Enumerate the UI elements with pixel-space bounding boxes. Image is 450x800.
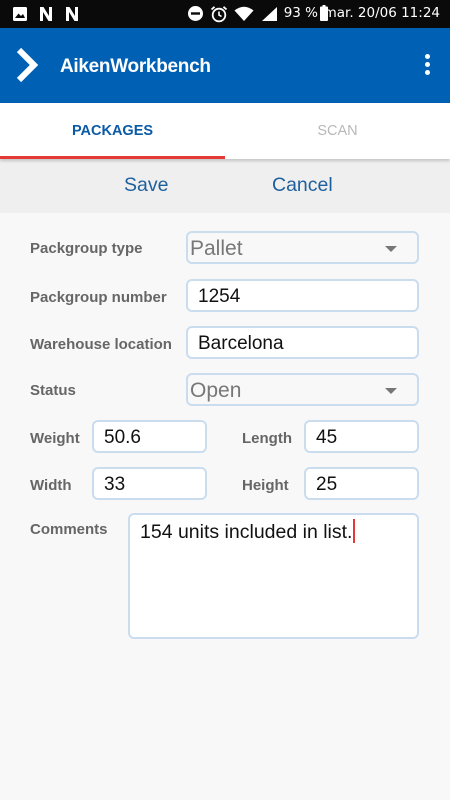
tab-scan[interactable]: SCAN xyxy=(225,103,450,159)
packgroup-number-input[interactable]: 1254 xyxy=(186,279,419,312)
tab-bar: PACKAGES SCAN xyxy=(0,103,450,159)
overflow-menu-icon[interactable] xyxy=(422,54,432,78)
height-input[interactable]: 25 xyxy=(304,467,419,500)
do-not-disturb-icon xyxy=(187,5,204,26)
image-icon xyxy=(12,6,28,25)
comments-label: Comments xyxy=(30,521,108,538)
weight-input[interactable]: 50.6 xyxy=(92,420,207,453)
packgroup-type-value: Pallet xyxy=(190,237,243,260)
width-input[interactable]: 33 xyxy=(92,467,207,500)
text-cursor xyxy=(353,519,356,543)
packgroup-number-label: Packgroup number xyxy=(30,289,167,306)
signal-icon xyxy=(261,6,278,26)
status-value: Open xyxy=(190,379,242,402)
n-icon xyxy=(64,6,80,25)
packgroup-type-label: Packgroup type xyxy=(30,240,143,257)
app-logo: AikenWorkbench xyxy=(16,46,211,84)
comments-text: 154 units included in list. xyxy=(140,521,353,543)
app-title: AikenWorkbench xyxy=(60,56,211,77)
packgroup-type-select[interactable]: Pallet xyxy=(186,231,419,264)
comments-textarea[interactable]: 154 units included in list. xyxy=(128,513,419,639)
warehouse-location-label: Warehouse location xyxy=(30,336,172,353)
weight-label: Weight xyxy=(30,430,80,447)
status-label: Status xyxy=(30,382,76,399)
height-label: Height xyxy=(242,477,289,494)
length-input[interactable]: 45 xyxy=(304,420,419,453)
length-label: Length xyxy=(242,430,292,447)
app-bar: AikenWorkbench xyxy=(0,28,450,103)
status-select[interactable]: Open xyxy=(186,373,419,406)
warehouse-location-input[interactable]: Barcelona xyxy=(186,326,419,359)
logo-mark-icon xyxy=(16,47,39,83)
wifi-icon xyxy=(234,6,254,26)
dropdown-arrow-icon xyxy=(385,388,397,394)
dropdown-arrow-icon xyxy=(385,246,397,252)
battery-percent: 93 % xyxy=(283,5,318,21)
alarm-icon xyxy=(210,5,228,27)
tab-packages[interactable]: PACKAGES xyxy=(0,103,225,159)
status-datetime: mar. 20/06 11:24 xyxy=(323,5,440,21)
n-icon xyxy=(38,6,54,25)
save-button[interactable]: Save xyxy=(124,174,168,197)
status-bar: 93 % mar. 20/06 11:24 xyxy=(0,0,450,28)
action-bar: Save Cancel xyxy=(0,159,450,213)
width-label: Width xyxy=(30,477,72,494)
cancel-button[interactable]: Cancel xyxy=(272,174,333,197)
